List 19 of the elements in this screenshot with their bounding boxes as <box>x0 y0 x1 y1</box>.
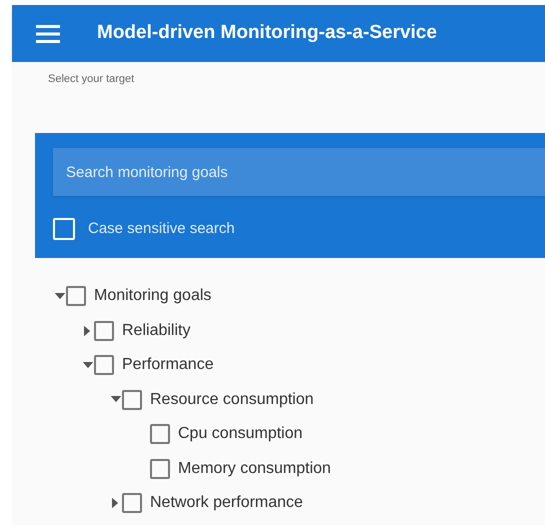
tree-item-label[interactable]: Monitoring goals <box>94 284 212 308</box>
checkbox[interactable] <box>150 458 170 479</box>
tree-item-label[interactable]: Reliability <box>122 318 190 343</box>
checkbox[interactable] <box>122 390 142 410</box>
checkbox[interactable] <box>94 320 114 341</box>
subtitle: Select your target <box>47 72 136 85</box>
menu-icon[interactable] <box>36 24 60 44</box>
checkbox[interactable] <box>122 493 142 514</box>
tree-item-label[interactable]: Performance <box>122 353 214 378</box>
checkbox[interactable] <box>94 355 114 376</box>
checkbox[interactable] <box>66 286 86 306</box>
checkbox[interactable] <box>150 424 170 444</box>
tree-item-label[interactable]: Memory consumption <box>178 456 331 481</box>
tree-item-label[interactable]: Network performance <box>150 491 303 516</box>
search-field[interactable]: Search monitoring goals <box>53 148 545 196</box>
checkbox-label: Case sensitive search <box>88 219 235 239</box>
tree-item-label[interactable]: Cpu consumption <box>178 422 303 446</box>
tree-item-label[interactable]: Resource consumption <box>150 388 314 412</box>
app-title: Model-driven Monitoring-as-a-Service <box>97 21 437 46</box>
